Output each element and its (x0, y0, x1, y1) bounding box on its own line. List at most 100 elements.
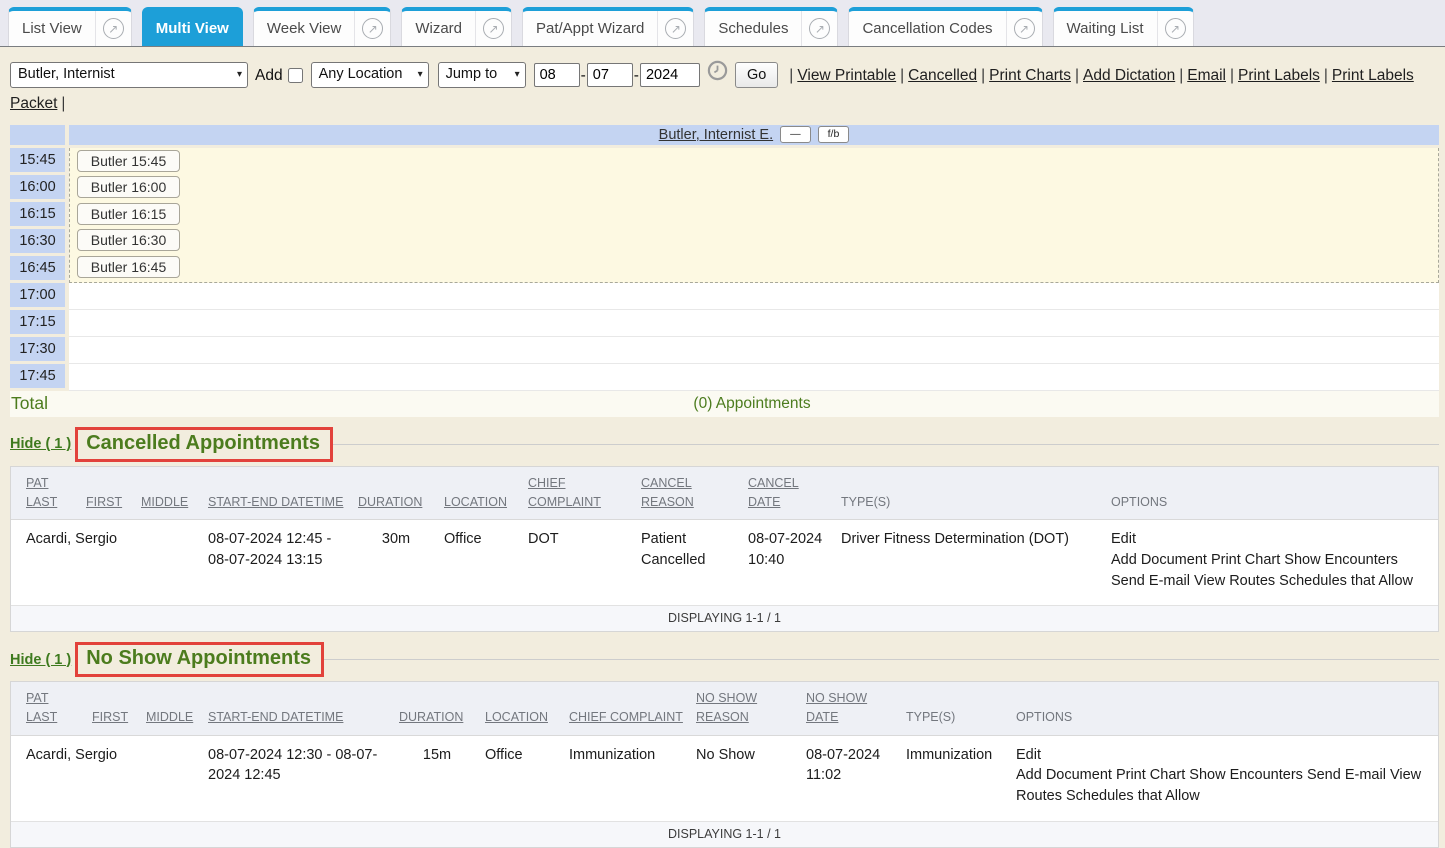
tab-label: Week View (254, 11, 354, 46)
hide-cancelled-link[interactable]: Hide ( 1 ) (10, 436, 71, 452)
open-in-new-icon[interactable]: ↗ (475, 11, 511, 46)
sort-duration[interactable]: DURATION (399, 708, 485, 727)
location-select[interactable]: Any Location ▾ (311, 62, 429, 88)
tab-cancellation-codes[interactable]: Cancellation Codes ↗ (848, 7, 1042, 46)
patient-middle (146, 745, 208, 807)
row-action-links[interactable]: Add Document Print Chart Show Encounters… (1016, 765, 1428, 806)
date-dash: - (634, 67, 639, 84)
tab-list-view[interactable]: List View ↗ (8, 7, 132, 46)
location-select-value: Any Location (319, 62, 403, 87)
time-slot-label: 16:45 (10, 256, 65, 280)
sort-first[interactable]: FIRST (92, 708, 146, 727)
edit-link[interactable]: Edit (1016, 747, 1041, 763)
sort-pat-last[interactable]: PAT LAST (26, 474, 86, 513)
sort-chief-complaint[interactable]: CHIEF COMPLAINT (569, 708, 696, 727)
slot-row: Butler 16:45 (70, 254, 1438, 281)
print-labels-link[interactable]: Print Labels (1238, 67, 1320, 84)
sort-location[interactable]: LOCATION (485, 708, 569, 727)
appointments-total: (0) Appointments (65, 395, 1439, 413)
time-column: 15:45 16:00 16:15 16:30 16:45 17:00 17:1… (10, 148, 65, 391)
scheduling-page: List View ↗ Multi View Week View ↗ Wizar… (0, 0, 1445, 848)
external-link-glyph: ↗ (809, 18, 830, 39)
patient-name: Acardi, Sergio (26, 745, 92, 807)
tab-multi-view[interactable]: Multi View (142, 7, 243, 46)
no-show-section-title: No Show Appointments (75, 642, 324, 677)
open-in-new-icon[interactable]: ↗ (354, 11, 390, 46)
slot-button[interactable]: Butler 16:15 (77, 203, 180, 225)
displaying-count: DISPLAYING 1-1 / 1 (668, 827, 781, 841)
external-link-glyph: ↗ (103, 18, 124, 39)
time-slot-label: 16:00 (10, 175, 65, 199)
date-year-field[interactable] (640, 63, 700, 87)
open-in-new-icon[interactable]: ↗ (95, 11, 131, 46)
collapse-provider-button[interactable]: — (780, 126, 811, 143)
slot-row: Butler 16:30 (70, 227, 1438, 254)
add-label: Add (255, 67, 283, 84)
cancelled-paging-bar: DISPLAYING 1-1 / 1 (11, 606, 1438, 631)
view-printable-link[interactable]: View Printable (797, 67, 896, 84)
add-checkbox[interactable] (288, 68, 303, 83)
sort-pat-last[interactable]: PAT LAST (26, 689, 92, 728)
open-in-new-icon[interactable]: ↗ (1006, 11, 1042, 46)
provider-select[interactable]: Butler, Internist▾ (10, 62, 248, 88)
tab-wizard[interactable]: Wizard ↗ (401, 7, 512, 46)
slot-button[interactable]: Butler 16:45 (77, 256, 180, 278)
sort-no-show-date[interactable]: NO SHOW DATE (806, 689, 906, 728)
link-separator: | (981, 67, 985, 84)
sort-start-end-datetime[interactable]: START-END DATETIME (208, 708, 399, 727)
add-dictation-link[interactable]: Add Dictation (1083, 67, 1175, 84)
time-slot-label: 17:45 (10, 364, 65, 388)
date-month-field[interactable] (534, 63, 580, 87)
sort-middle[interactable]: MIDDLE (141, 493, 208, 512)
open-in-new-icon[interactable]: ↗ (657, 11, 693, 46)
row-options: Edit Add Document Print Chart Show Encou… (1111, 529, 1438, 591)
slot-button[interactable]: Butler 15:45 (77, 150, 180, 172)
clock-icon[interactable] (707, 60, 728, 90)
email-link[interactable]: Email (1187, 67, 1226, 84)
sort-no-show-reason[interactable]: NO SHOW REASON (696, 689, 806, 728)
sort-middle[interactable]: MIDDLE (146, 708, 208, 727)
sort-start-end-datetime[interactable]: START-END DATETIME (208, 493, 358, 512)
time-slot-label: 17:30 (10, 337, 65, 361)
go-button[interactable]: Go (735, 62, 778, 88)
tab-schedules[interactable]: Schedules ↗ (704, 7, 838, 46)
tab-label: List View (9, 11, 95, 46)
sort-cancel-date[interactable]: CANCEL DATE (748, 474, 841, 513)
cancelled-table: PAT LAST FIRST MIDDLE START-END DATETIME… (10, 466, 1439, 632)
sort-first[interactable]: FIRST (86, 493, 141, 512)
edit-link[interactable]: Edit (1111, 531, 1136, 547)
tab-label: Multi View (143, 11, 242, 46)
appointment-types: Immunization (906, 745, 1016, 807)
sort-location[interactable]: LOCATION (444, 493, 528, 512)
jump-to-select-value: Jump to (446, 62, 498, 87)
external-link-glyph: ↗ (1165, 18, 1186, 39)
external-link-glyph: ↗ (362, 18, 383, 39)
provider-column-header: Butler, Internist E. — f/b (69, 125, 1439, 145)
row-action-links[interactable]: Add Document Print Chart Show Encounters… (1111, 550, 1428, 591)
duration: 15m (399, 745, 485, 807)
cancelled-link[interactable]: Cancelled (908, 67, 977, 84)
link-separator: | (1324, 67, 1328, 84)
tab-label: Wizard (402, 11, 475, 46)
fb-button[interactable]: f/b (818, 126, 850, 143)
link-separator: | (900, 67, 904, 84)
open-in-new-icon[interactable]: ↗ (801, 11, 837, 46)
open-in-new-icon[interactable]: ↗ (1157, 11, 1193, 46)
tab-pat-appt-wizard[interactable]: Pat/Appt Wizard ↗ (522, 7, 694, 46)
sort-chief-complaint[interactable]: CHIEF COMPLAINT (528, 474, 641, 513)
jump-to-select[interactable]: Jump to▾ (438, 62, 526, 88)
external-link-glyph: ↗ (1014, 18, 1035, 39)
sort-duration[interactable]: DURATION (358, 493, 444, 512)
provider-link[interactable]: Butler, Internist E. (659, 127, 773, 143)
date-day-field[interactable] (587, 63, 633, 87)
chevron-down-icon: ▾ (418, 66, 423, 84)
sort-cancel-reason[interactable]: CANCEL REASON (641, 474, 748, 513)
hide-no-show-link[interactable]: Hide ( 1 ) (10, 652, 71, 668)
tab-week-view[interactable]: Week View ↗ (253, 7, 391, 46)
print-charts-link[interactable]: Print Charts (989, 67, 1071, 84)
slot-button[interactable]: Butler 16:00 (77, 176, 180, 198)
provider-select-value: Butler, Internist (18, 62, 115, 87)
slot-button[interactable]: Butler 16:30 (77, 229, 180, 251)
tab-waiting-list[interactable]: Waiting List ↗ (1053, 7, 1194, 46)
external-link-glyph: ↗ (665, 18, 686, 39)
